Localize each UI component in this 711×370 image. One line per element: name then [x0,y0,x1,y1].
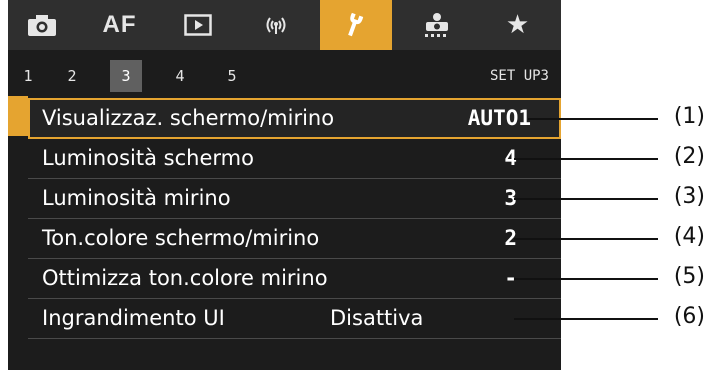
menu-item-label: Luminosità mirino [42,186,231,210]
menu-item-optimize-color-tone[interactable]: Ottimizza ton.colore mirino - [28,258,561,299]
menu-item-label: Luminosità schermo [42,146,254,170]
menu-item-label: Visualizzaz. schermo/mirino [42,106,335,130]
subpage-5[interactable]: 5 [216,60,248,92]
subpage-3[interactable]: 3 [110,60,142,92]
menu-item-screen-brightness[interactable]: Luminosità schermo 4 [28,138,561,179]
menu-item-label: Ottimizza ton.colore mirino [42,266,328,290]
playback-icon [183,14,212,36]
camera-person-icon [424,13,448,37]
tab-setup[interactable] [320,0,392,50]
menu-item-label: Ton.colore schermo/mirino [42,226,320,250]
wrench-icon [348,12,364,37]
camera-menu-screen: AF ★ 1 2 3 4 5 SET UP3 Visualizzaz. sche… [8,0,561,370]
menu-item-value: Disattiva [330,306,424,330]
callout-6: (6) [673,304,705,329]
menu-item-viewfinder-brightness[interactable]: Luminosità mirino 3 [28,178,561,219]
menu-item-value: AUTO1 [467,106,531,130]
callout-4: (4) [673,224,705,249]
callout-line-1 [528,118,658,120]
star-icon: ★ [505,10,530,40]
tab-playback[interactable] [164,0,231,50]
subpage-1[interactable]: 1 [12,60,44,92]
callout-3: (3) [673,184,705,209]
callout-line-3 [514,198,658,200]
callout-line-6 [514,318,658,320]
subpage-2[interactable]: 2 [56,60,88,92]
wireless-icon [266,17,285,34]
tab-custom-functions[interactable] [403,0,470,50]
callout-1: (1) [673,104,705,129]
selection-marker [8,96,28,136]
page-title: SET UP3 [489,68,549,84]
af-label: AF [102,11,137,38]
menu-item-label: Ingrandimento UI [42,306,225,330]
callout-2: (2) [673,144,705,169]
tab-wireless[interactable] [242,0,309,50]
tab-shooting[interactable] [8,0,75,50]
subpage-4[interactable]: 4 [164,60,196,92]
menu-item-ui-magnification[interactable]: Ingrandimento UI Disattiva [28,298,561,339]
callout-line-5 [514,278,658,280]
menu-item-display[interactable]: Visualizzaz. schermo/mirino AUTO1 [28,98,561,139]
tab-bar: AF ★ [8,0,561,50]
menu-item-color-tone[interactable]: Ton.colore schermo/mirino 2 [28,218,561,259]
camera-icon [27,15,56,36]
tab-af[interactable]: AF [86,0,153,50]
tab-my-menu[interactable]: ★ [484,0,551,50]
callout-5: (5) [673,264,705,289]
subpage-indicator: 1 2 3 4 5 SET UP3 [8,50,561,96]
callout-line-4 [514,238,658,240]
callout-line-2 [514,158,658,160]
